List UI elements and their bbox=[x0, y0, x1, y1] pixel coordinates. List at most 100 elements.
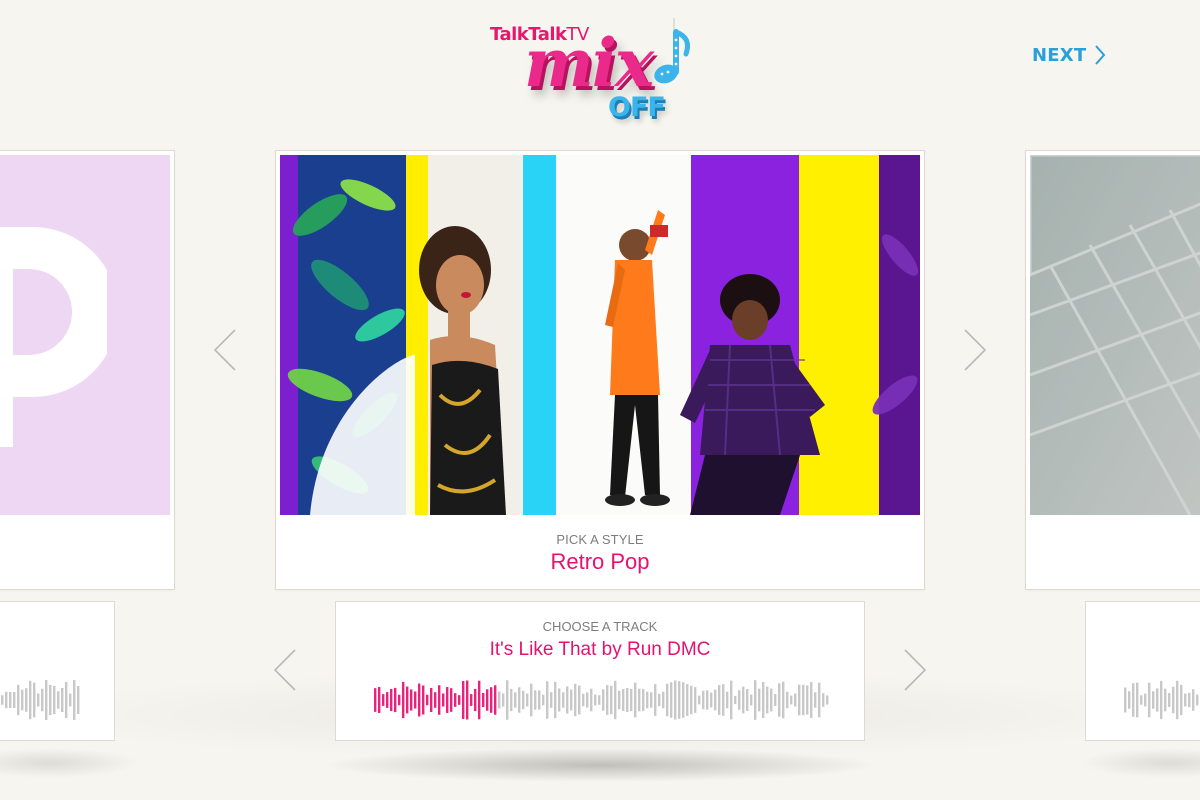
retro-pop-image bbox=[280, 155, 920, 515]
waveform-bar bbox=[542, 694, 545, 706]
waveform-bar bbox=[754, 680, 757, 720]
waveform-bar bbox=[65, 681, 68, 719]
waveform-bar bbox=[514, 692, 517, 708]
waveform-bar bbox=[77, 685, 80, 715]
waveform-bar bbox=[1140, 695, 1143, 705]
next-track-button[interactable] bbox=[900, 647, 930, 693]
waveform-bar bbox=[774, 693, 777, 707]
waveform-bar bbox=[394, 687, 397, 713]
waveform-bar bbox=[654, 684, 657, 716]
waveform-bar bbox=[1148, 682, 1151, 718]
style-card-previous[interactable] bbox=[0, 150, 175, 590]
chevron-right-icon bbox=[904, 649, 927, 691]
waveform-bar bbox=[41, 688, 44, 712]
waveform-bar bbox=[17, 684, 20, 716]
waveform-bar bbox=[1132, 683, 1135, 717]
track-card-next[interactable] bbox=[1085, 601, 1200, 741]
waveform-bar bbox=[818, 682, 821, 718]
waveform-bar bbox=[466, 680, 469, 720]
waveform-bar bbox=[386, 692, 389, 708]
waveform-bar bbox=[794, 693, 797, 707]
waveform-bar bbox=[738, 690, 741, 710]
waveform-bar bbox=[474, 688, 477, 712]
waveform-bar bbox=[686, 684, 689, 716]
waveform-bar bbox=[442, 693, 445, 707]
waveform-bar bbox=[29, 680, 32, 720]
waveform-bar bbox=[13, 691, 16, 709]
audio-waveform[interactable] bbox=[374, 680, 830, 720]
waveform-bar bbox=[554, 681, 557, 719]
waveform-bar bbox=[526, 693, 529, 707]
style-card-next[interactable] bbox=[1025, 150, 1200, 590]
waveform-bar bbox=[734, 695, 737, 705]
waveform-bar bbox=[582, 693, 585, 707]
waveform-bar bbox=[646, 691, 649, 709]
waveform-bar bbox=[546, 681, 549, 719]
next-button[interactable]: NEXT bbox=[1032, 42, 1106, 68]
waveform-bar bbox=[626, 688, 629, 712]
waveform-bar bbox=[406, 686, 409, 714]
waveform-bar bbox=[722, 684, 725, 716]
waveform-bar bbox=[498, 691, 501, 709]
waveform-bar bbox=[426, 694, 429, 706]
waveform-bar bbox=[630, 688, 633, 712]
next-style-button[interactable] bbox=[960, 327, 990, 373]
waveform-bar bbox=[658, 693, 661, 707]
waveform-bar bbox=[414, 691, 417, 709]
next-button-label: NEXT bbox=[1032, 44, 1087, 66]
waveform-bar bbox=[1156, 688, 1159, 712]
waveform-bar bbox=[538, 690, 541, 710]
track-card-previous[interactable] bbox=[0, 601, 115, 741]
waveform-previous bbox=[1, 680, 80, 720]
waveform-bar bbox=[45, 680, 48, 720]
waveform-bar bbox=[402, 681, 405, 719]
selected-track-name: It's Like That by Run DMC bbox=[489, 639, 711, 660]
waveform-bar bbox=[698, 695, 701, 705]
chevron-left-icon bbox=[213, 329, 236, 371]
waveform-bar bbox=[762, 682, 765, 718]
waveform-bar bbox=[694, 687, 697, 713]
previous-style-button[interactable] bbox=[210, 327, 240, 373]
talktalk-mixoff-logo: TalkTalkTV mix OFF bbox=[488, 10, 718, 140]
waveform-bar bbox=[742, 686, 745, 714]
waveform-bar bbox=[822, 693, 825, 707]
waveform-bar bbox=[594, 694, 597, 706]
letter-p-graphic bbox=[0, 227, 107, 447]
waveform-bar bbox=[650, 692, 653, 708]
waveform-bar bbox=[706, 690, 709, 710]
waveform-bar bbox=[5, 691, 8, 709]
waveform-bar bbox=[666, 683, 669, 717]
waveform-bar bbox=[746, 688, 749, 712]
waveform-bar bbox=[73, 680, 76, 720]
track-card-shadow bbox=[320, 748, 880, 782]
pick-style-label: PICK A STYLE bbox=[556, 532, 644, 547]
style-card-selected[interactable]: PICK A STYLE Retro Pop bbox=[275, 150, 925, 590]
waveform-bar bbox=[398, 694, 401, 706]
logo-mix-word: mix bbox=[524, 24, 654, 102]
selected-style-name: Retro Pop bbox=[550, 549, 650, 574]
waveform-bar bbox=[634, 682, 637, 718]
waveform-bar bbox=[678, 681, 681, 719]
track-card-selected[interactable]: CHOOSE A TRACK It's Like That by Run DMC bbox=[335, 601, 865, 741]
waveform-bar bbox=[430, 688, 433, 712]
waveform-bar bbox=[1172, 686, 1175, 714]
waveform-bar bbox=[462, 680, 465, 720]
waveform-bar bbox=[1152, 691, 1155, 709]
waveform-bar bbox=[518, 687, 521, 713]
waveform-bar bbox=[674, 680, 677, 720]
waveform-bar bbox=[622, 688, 625, 712]
waveform-bar bbox=[766, 686, 769, 714]
waveform-bar bbox=[770, 688, 773, 712]
waveform-bar bbox=[710, 692, 713, 708]
waveform-bar bbox=[37, 693, 40, 707]
waveform-bar bbox=[486, 689, 489, 711]
building-photo bbox=[1030, 155, 1200, 515]
waveform-bar bbox=[574, 683, 577, 717]
waveform-bar bbox=[598, 695, 601, 705]
waveform-bar bbox=[1192, 689, 1195, 711]
waveform-bar bbox=[69, 693, 72, 707]
waveform-bar bbox=[446, 687, 449, 713]
waveform-bar bbox=[1176, 680, 1179, 720]
previous-track-button[interactable] bbox=[270, 647, 300, 693]
waveform-bar bbox=[790, 695, 793, 705]
